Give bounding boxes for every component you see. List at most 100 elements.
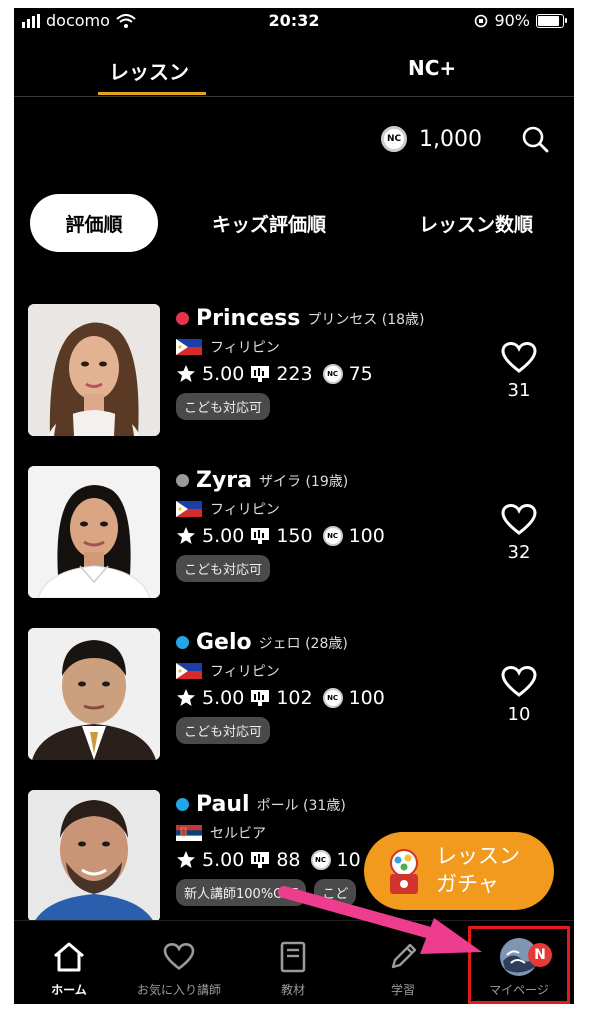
teacher-rating: 5.00: [202, 363, 245, 385]
coin-icon: NC: [322, 526, 343, 546]
lesson-count-icon: [251, 528, 270, 544]
nav-materials-label: 教材: [280, 983, 305, 997]
pencil-icon: [391, 943, 417, 969]
tab-lesson[interactable]: レッスン: [109, 56, 189, 85]
battery-percent: 90%: [494, 11, 530, 30]
lesson-gacha-button[interactable]: レッスン ガチャ: [364, 832, 554, 910]
badge-row: こども対応可: [176, 393, 476, 420]
nav-materials-icon-wrap: [238, 935, 348, 979]
philippines-flag-icon: [176, 339, 202, 355]
teacher-lesson-count: 102: [276, 687, 313, 709]
teacher-photo[interactable]: [28, 628, 160, 760]
gacha-label-line2: ガチャ: [436, 872, 499, 896]
nav-study[interactable]: 学習: [348, 921, 458, 998]
online-status-dot: [176, 636, 189, 649]
nav-home[interactable]: ホーム: [14, 921, 124, 998]
nav-home-label: ホーム: [51, 983, 87, 997]
top-tabs: レッスン NC+: [14, 44, 574, 97]
heart-icon[interactable]: [501, 503, 537, 536]
teacher-portrait-gelo: [28, 628, 160, 760]
teacher-coin-price: 100: [348, 525, 385, 547]
name-row: Zyra ザイラ (19歳): [176, 468, 476, 493]
favorite-toggle[interactable]: 31: [500, 341, 538, 401]
teacher-photo[interactable]: [28, 304, 160, 436]
coin-icon: NC: [381, 126, 408, 152]
teacher-card-zyra[interactable]: Zyra ザイラ (19歳) フィリピン 5.00 150 NC 100 こども…: [14, 466, 574, 606]
teacher-info: Gelo ジェロ (28歳) フィリピン 5.00 102 NC 100 こども…: [176, 630, 476, 744]
nav-favorites-icon-wrap: [124, 935, 234, 979]
app-screen: docomo 20:32 90% レッスン NC+ NC 1,000 評価順 キ…: [14, 8, 574, 1004]
kids-ok-badge: こど: [314, 879, 357, 906]
nav-study-label: 学習: [390, 983, 415, 997]
teacher-country: フィリピン: [210, 664, 280, 680]
heart-icon: [163, 943, 195, 971]
mypage-highlight-box: [468, 926, 570, 1004]
stats-row: 5.00 102 NC 100: [176, 687, 476, 709]
coin-icon: NC: [322, 364, 343, 384]
battery-fill: [538, 15, 560, 26]
online-status-dot: [176, 798, 189, 811]
nav-favorites-label: お気に入り講師: [136, 983, 221, 997]
battery-icon: [536, 13, 567, 28]
teacher-lesson-count: 88: [276, 849, 301, 871]
nav-favorite-teachers[interactable]: お気に入り講師: [124, 921, 234, 998]
teacher-rating: 5.00: [202, 525, 245, 547]
home-icon: [54, 942, 84, 972]
kids-ok-badge: こども対応可: [176, 393, 271, 420]
teacher-lesson-count: 223: [276, 363, 313, 385]
teacher-country: セルビア: [210, 826, 266, 842]
heart-icon[interactable]: [501, 665, 537, 698]
teacher-card-princess[interactable]: Princess プリンセス (18歳) フィリピン 5.00 223 NC 7…: [14, 304, 574, 444]
search-icon[interactable]: [520, 124, 550, 154]
name-row: Paul ポール (31歳): [176, 792, 476, 817]
teacher-photo[interactable]: [28, 466, 160, 598]
lesson-count-icon: [251, 690, 270, 706]
online-status-dot: [176, 312, 189, 325]
nav-materials[interactable]: 教材: [238, 921, 348, 998]
coin-icon: NC: [310, 850, 331, 870]
teacher-kana-age: ザイラ (19歳): [259, 473, 349, 490]
lesson-count-icon: [251, 852, 270, 868]
teacher-kana-age: ジェロ (28歳): [258, 635, 348, 652]
teacher-card-gelo[interactable]: Gelo ジェロ (28歳) フィリピン 5.00 102 NC 100 こども…: [14, 628, 574, 768]
favorite-toggle[interactable]: 32: [500, 503, 538, 563]
sort-by-kids-rating[interactable]: キッズ評価順: [194, 194, 344, 252]
philippines-flag-icon: [176, 663, 202, 679]
badge-row: こども対応可: [176, 717, 476, 744]
tab-nc-plus[interactable]: NC+: [408, 56, 456, 80]
coin-icon: NC: [322, 688, 343, 708]
badge-row: こども対応可: [176, 555, 476, 582]
kids-ok-badge: こども対応可: [176, 555, 271, 582]
teacher-info: Zyra ザイラ (19歳) フィリピン 5.00 150 NC 100 こども…: [176, 468, 476, 582]
teacher-name: Princess: [196, 306, 301, 331]
teacher-lesson-count: 150: [276, 525, 313, 547]
teacher-coin-price: 100: [348, 687, 385, 709]
orientation-lock-icon: [475, 14, 488, 27]
sort-by-rating[interactable]: 評価順: [30, 194, 158, 252]
philippines-flag-icon: [176, 501, 202, 517]
nav-study-icon-wrap: [348, 935, 458, 979]
country-row: フィリピン: [176, 499, 476, 519]
heart-icon[interactable]: [501, 341, 537, 374]
kids-ok-badge: こども対応可: [176, 717, 271, 744]
stats-row: 5.00 223 NC 75: [176, 363, 476, 385]
teacher-country: フィリピン: [210, 340, 280, 356]
teacher-kana-age: ポール (31歳): [256, 797, 346, 814]
teacher-coin-price: 75: [348, 363, 373, 385]
teacher-name: Zyra: [196, 468, 252, 493]
status-bar: docomo 20:32 90%: [14, 8, 574, 34]
teacher-photo[interactable]: [28, 790, 160, 922]
teacher-kana-age: プリンセス (18歳): [307, 311, 425, 328]
teacher-coin-price: 10: [336, 849, 361, 871]
sort-by-lesson-count[interactable]: レッスン数順: [406, 194, 546, 252]
favorite-toggle[interactable]: 10: [500, 665, 538, 725]
favorite-count: 32: [507, 542, 531, 563]
teacher-portrait-zyra: [28, 466, 160, 598]
star-icon: [177, 365, 195, 382]
teacher-name: Paul: [196, 792, 250, 817]
favorite-count: 10: [507, 704, 531, 725]
favorite-count: 31: [507, 380, 531, 401]
teacher-portrait-paul: [28, 790, 160, 922]
coin-row: NC 1,000: [381, 124, 550, 154]
serbia-flag-icon: [176, 825, 202, 841]
